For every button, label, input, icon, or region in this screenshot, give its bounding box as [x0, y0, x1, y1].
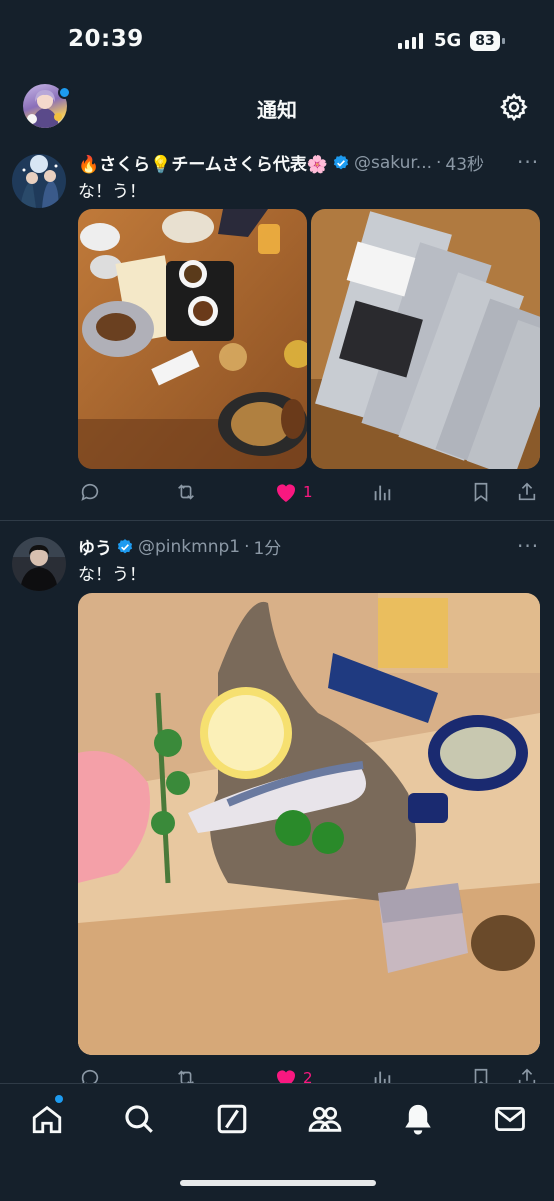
messages-icon[interactable]	[493, 1102, 527, 1136]
like-count: 1	[303, 483, 313, 501]
home-unread-dot	[55, 1095, 63, 1103]
display-name[interactable]: ゆう	[78, 534, 112, 559]
post-avatar[interactable]	[12, 537, 66, 591]
verified-badge-icon	[333, 154, 349, 169]
notifications-icon[interactable]	[401, 1102, 435, 1136]
like-filled-icon[interactable]	[274, 481, 298, 503]
display-name[interactable]: 🔥さくら💡チームさくら代表🌸	[78, 150, 328, 175]
communities-icon[interactable]	[308, 1102, 342, 1136]
share-icon[interactable]	[516, 481, 538, 503]
user-handle[interactable]: @sakur...	[354, 153, 432, 173]
reply-icon[interactable]	[79, 481, 101, 503]
post-avatar[interactable]	[12, 154, 66, 208]
home-icon[interactable]	[30, 1102, 64, 1136]
battery-level: 83	[470, 31, 500, 51]
page-title: 通知	[257, 98, 297, 122]
post-divider	[0, 520, 554, 521]
user-handle[interactable]: @pinkmnp1	[138, 537, 240, 557]
home-indicator	[180, 1180, 376, 1186]
post-text: な！う！	[78, 565, 146, 585]
more-options-icon[interactable]: ···	[517, 534, 539, 558]
signal-icon	[398, 33, 423, 49]
repost-icon[interactable]	[175, 481, 197, 503]
grok-icon[interactable]	[215, 1102, 249, 1136]
more-options-icon[interactable]: ···	[517, 150, 539, 174]
bookmark-icon[interactable]	[470, 481, 492, 503]
battery-icon: 83	[470, 31, 506, 51]
post-image-sashimi[interactable]	[78, 593, 540, 1055]
post-text: な！う！	[78, 182, 146, 202]
status-time: 20:39	[68, 26, 144, 52]
search-icon[interactable]	[122, 1102, 156, 1136]
gear-icon[interactable]	[499, 92, 529, 122]
views-icon[interactable]	[371, 481, 393, 503]
post-image-restaurant[interactable]	[78, 209, 307, 469]
verified-badge-icon	[117, 538, 133, 553]
post-time: 43秒	[445, 155, 485, 175]
post-image-packages[interactable]	[311, 209, 540, 469]
post-time: 1分	[253, 539, 282, 559]
network-label: 5G	[434, 30, 462, 51]
